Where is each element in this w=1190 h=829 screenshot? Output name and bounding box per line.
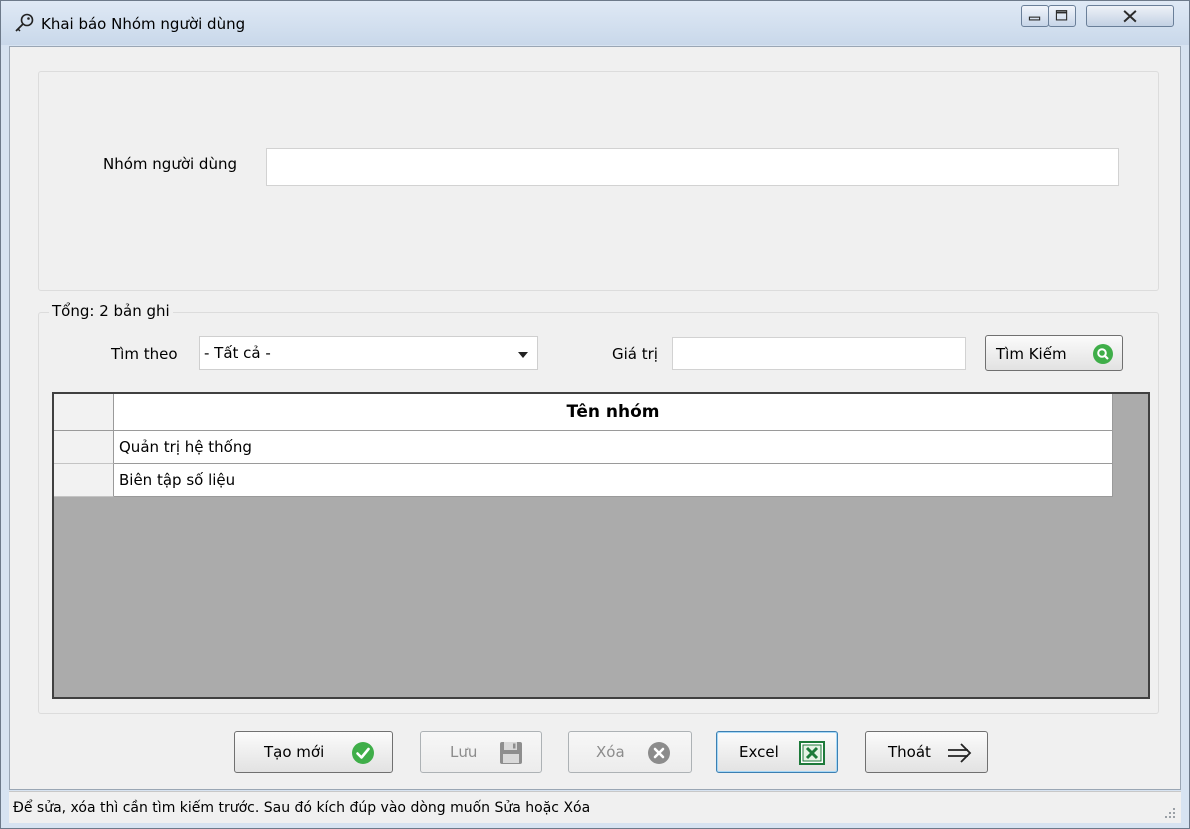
exit-arrow-icon	[948, 743, 972, 763]
group-grid[interactable]: Tên nhóm Quản trị hệ thống Biên tập số l…	[52, 392, 1150, 699]
group-name-input[interactable]	[266, 148, 1119, 186]
excel-export-button[interactable]: Excel	[716, 731, 838, 773]
group-name-label: Nhóm người dùng	[103, 155, 237, 173]
search-button-label: Tìm Kiếm	[996, 345, 1067, 363]
save-label: Lưu	[450, 743, 478, 761]
close-icon	[1123, 10, 1137, 23]
search-value-label: Giá trị	[612, 345, 658, 363]
search-value-input[interactable]	[672, 337, 966, 370]
minimize-icon	[1028, 16, 1041, 21]
delete-button[interactable]: Xóa	[568, 731, 692, 773]
check-icon	[352, 742, 374, 764]
row-header[interactable]	[54, 464, 114, 497]
resize-grip-icon[interactable]	[1163, 806, 1177, 820]
table-row[interactable]: Quản trị hệ thống	[114, 431, 1113, 464]
maximize-button[interactable]	[1048, 5, 1076, 27]
app-window: Khai báo Nhóm người dùng Nhóm người dùng…	[0, 0, 1190, 829]
window-title: Khai báo Nhóm người dùng	[41, 15, 246, 33]
search-button[interactable]: Tìm Kiếm	[985, 335, 1123, 371]
exit-button[interactable]: Thoát	[865, 731, 988, 773]
excel-icon	[799, 741, 825, 765]
create-new-button[interactable]: Tạo mới	[234, 731, 393, 773]
status-bar: Để sửa, xóa thì cần tìm kiếm trước. Sau …	[9, 791, 1181, 823]
grid-corner	[54, 394, 114, 431]
exit-label: Thoát	[888, 743, 931, 761]
record-count-label: Tổng: 2 bản ghi	[49, 302, 173, 320]
chevron-down-icon[interactable]	[518, 352, 528, 358]
column-header-group-name[interactable]: Tên nhóm	[114, 394, 1113, 431]
search-by-label: Tìm theo	[111, 345, 178, 363]
delete-icon	[648, 742, 670, 764]
table-row[interactable]: Biên tập số liệu	[114, 464, 1113, 497]
maximize-icon	[1055, 10, 1068, 21]
minimize-button[interactable]	[1021, 5, 1049, 27]
delete-label: Xóa	[596, 743, 625, 761]
form-body: Nhóm người dùng Tổng: 2 bản ghi Tìm theo…	[9, 46, 1181, 790]
save-button[interactable]: Lưu	[420, 731, 542, 773]
close-button[interactable]	[1086, 5, 1174, 27]
status-text: Để sửa, xóa thì cần tìm kiếm trước. Sau …	[13, 800, 591, 816]
create-new-label: Tạo mới	[264, 743, 325, 761]
excel-label: Excel	[739, 743, 779, 761]
row-header[interactable]	[54, 431, 114, 464]
search-by-dropdown[interactable]: - Tất cả -	[199, 336, 538, 370]
search-icon	[1093, 344, 1113, 364]
search-by-value: - Tất cả -	[204, 344, 271, 362]
floppy-disk-icon	[500, 742, 522, 764]
key-icon	[15, 13, 34, 32]
title-bar[interactable]: Khai báo Nhóm người dùng	[1, 1, 1189, 45]
